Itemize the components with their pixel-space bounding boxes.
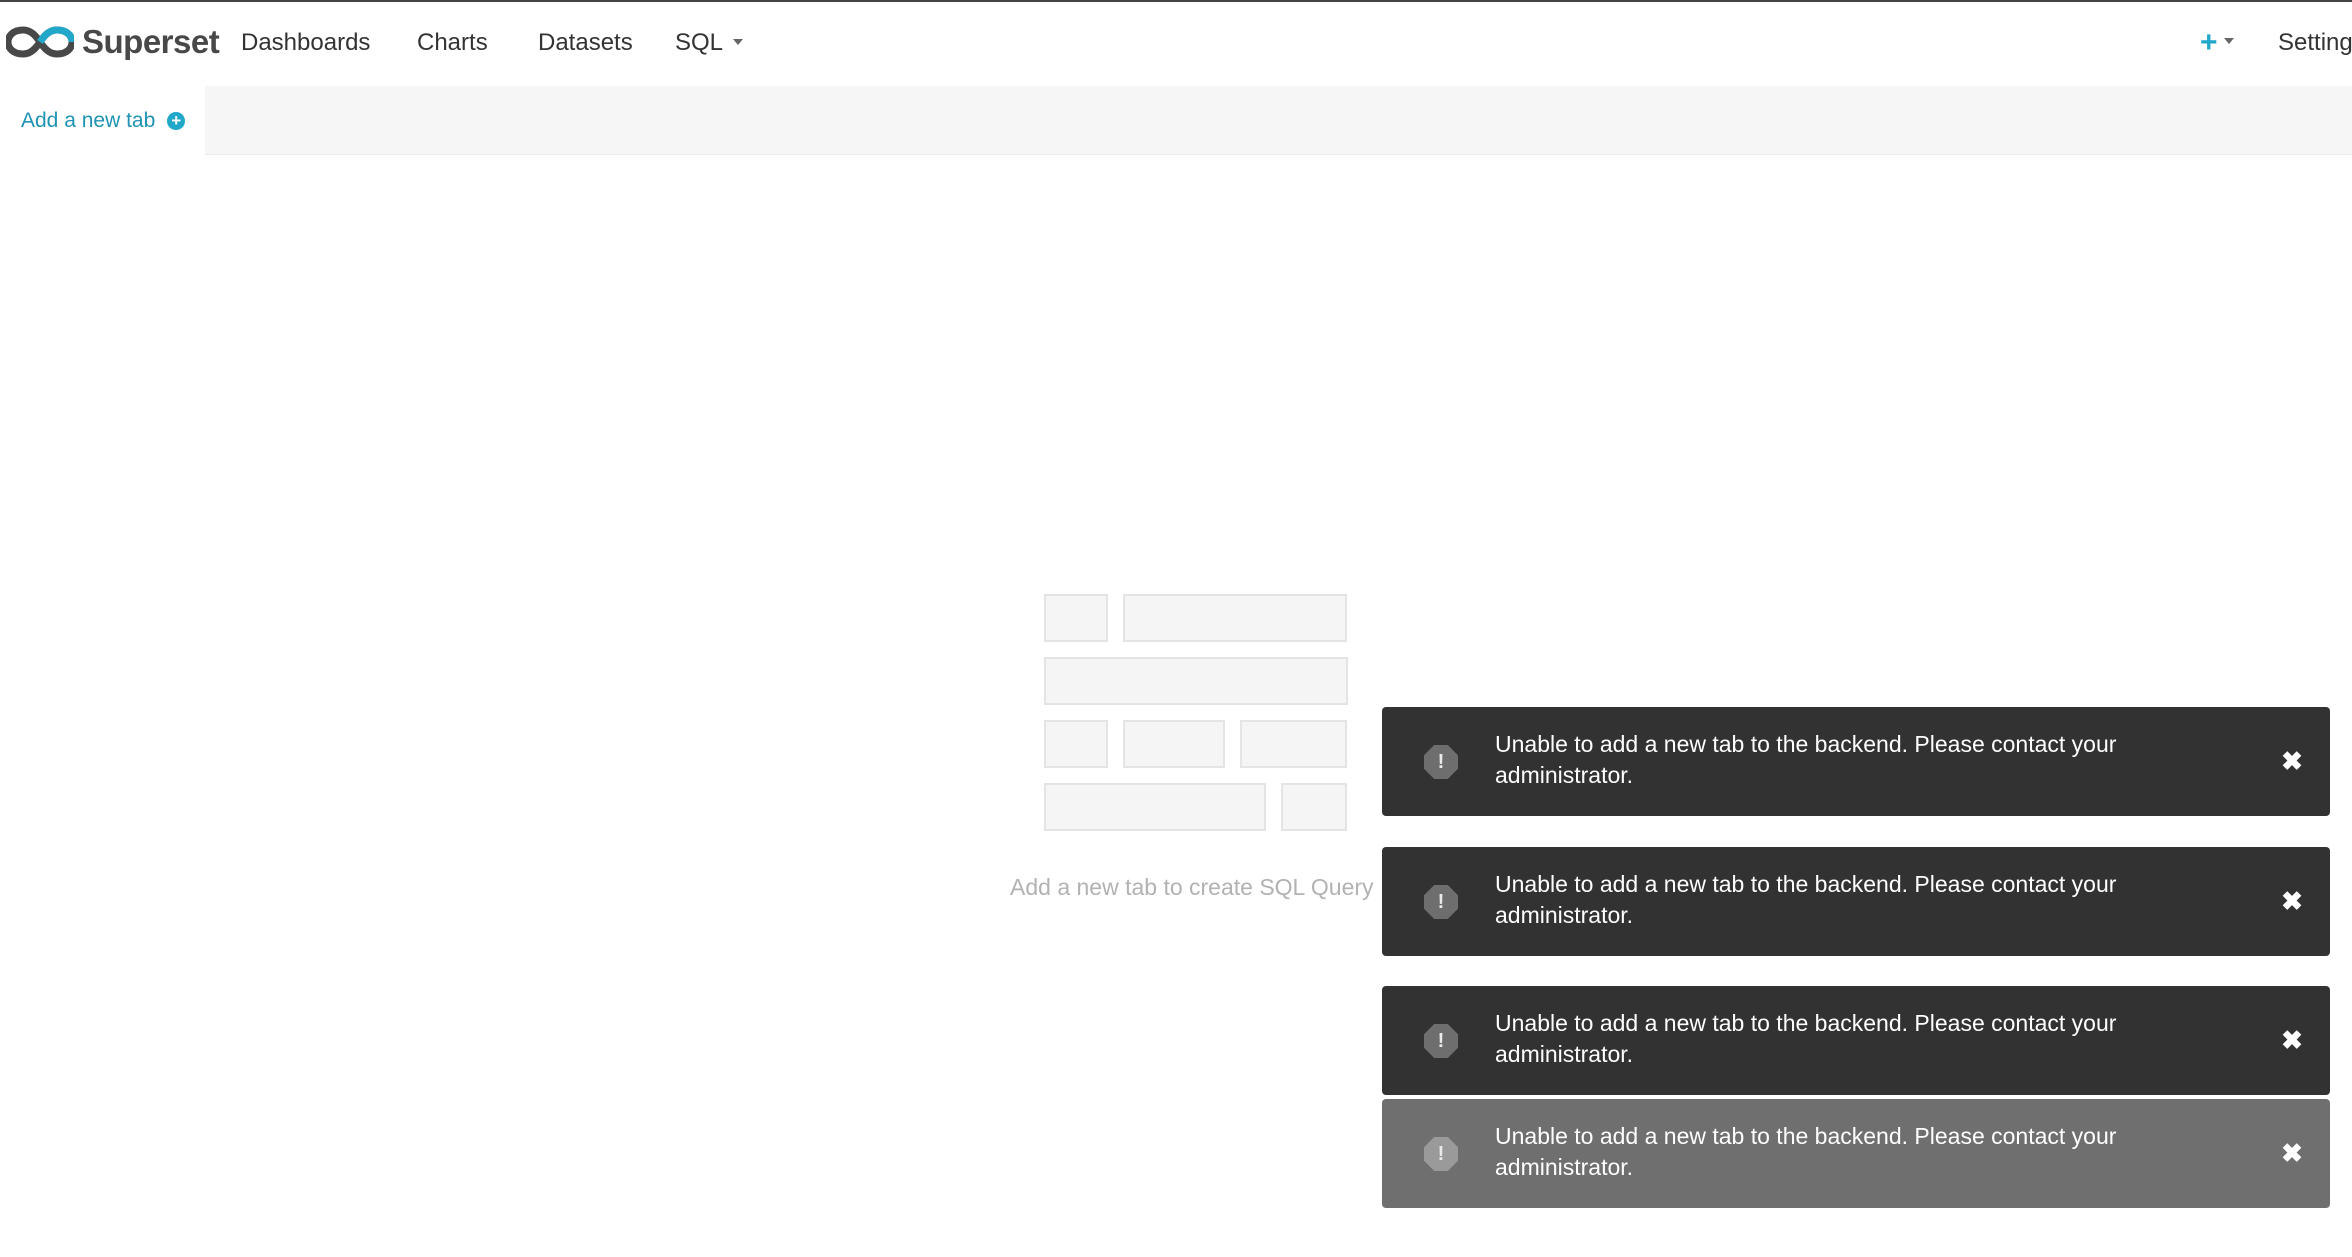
- empty-state-illustration: [1044, 594, 1348, 832]
- error-toast: ! Unable to add a new tab to the backend…: [1382, 707, 2330, 816]
- sql-editor-tabs-bar: Add a new tab +: [0, 86, 2352, 155]
- nav-datasets-label: Datasets: [538, 29, 633, 56]
- nav-dashboards[interactable]: Dashboards: [241, 29, 370, 57]
- nav-sql-label: SQL: [675, 29, 724, 56]
- add-new-tab-button[interactable]: Add a new tab +: [0, 86, 205, 155]
- toast-message: Unable to add a new tab to the backend. …: [1495, 1123, 2117, 1180]
- plus-icon: +: [2200, 26, 2218, 59]
- exclamation-icon: !: [1424, 1137, 1458, 1171]
- placeholder-block: [1123, 720, 1225, 768]
- brand-name: Superset: [82, 23, 220, 60]
- brand[interactable]: Superset: [6, 20, 220, 64]
- nav-sql-menu[interactable]: SQL: [675, 29, 744, 57]
- placeholder-block: [1044, 720, 1108, 768]
- nav-charts-label: Charts: [417, 29, 488, 56]
- nav-settings-label: Setting: [2278, 29, 2352, 56]
- top-navbar: Superset Dashboards Charts Datasets SQL …: [0, 2, 2352, 86]
- placeholder-block: [1123, 594, 1347, 642]
- close-icon[interactable]: ✖: [2278, 1139, 2306, 1167]
- close-icon[interactable]: ✖: [2278, 1026, 2306, 1054]
- nav-dashboards-label: Dashboards: [241, 29, 371, 56]
- nav-settings[interactable]: Setting: [2278, 29, 2352, 57]
- placeholder-block: [1044, 594, 1108, 642]
- exclamation-icon: !: [1424, 1024, 1458, 1058]
- error-toast: ! Unable to add a new tab to the backend…: [1382, 986, 2330, 1095]
- placeholder-block: [1044, 783, 1266, 831]
- close-icon[interactable]: ✖: [2278, 887, 2306, 915]
- caret-down-icon: [2223, 38, 2234, 44]
- add-new-tab-label: Add a new tab: [21, 108, 156, 132]
- nav-charts[interactable]: Charts: [417, 29, 488, 57]
- caret-down-icon: [733, 38, 744, 45]
- plus-circle-icon: +: [167, 111, 186, 130]
- toast-message: Unable to add a new tab to the backend. …: [1495, 731, 2117, 788]
- close-icon[interactable]: ✖: [2278, 747, 2306, 775]
- new-item-menu-button[interactable]: +: [2200, 28, 2234, 58]
- nav-datasets[interactable]: Datasets: [538, 29, 633, 57]
- toast-message: Unable to add a new tab to the backend. …: [1495, 871, 2117, 928]
- exclamation-icon: !: [1424, 885, 1458, 919]
- empty-state-message: Add a new tab to create SQL Query: [1010, 874, 1374, 900]
- error-toast: ! Unable to add a new tab to the backend…: [1382, 1099, 2330, 1208]
- placeholder-block: [1240, 720, 1347, 768]
- placeholder-block: [1281, 783, 1347, 831]
- error-toast: ! Unable to add a new tab to the backend…: [1382, 847, 2330, 956]
- exclamation-icon: !: [1424, 745, 1458, 779]
- toast-message: Unable to add a new tab to the backend. …: [1495, 1010, 2117, 1067]
- placeholder-block: [1044, 657, 1348, 705]
- superset-logo-icon: [6, 26, 74, 58]
